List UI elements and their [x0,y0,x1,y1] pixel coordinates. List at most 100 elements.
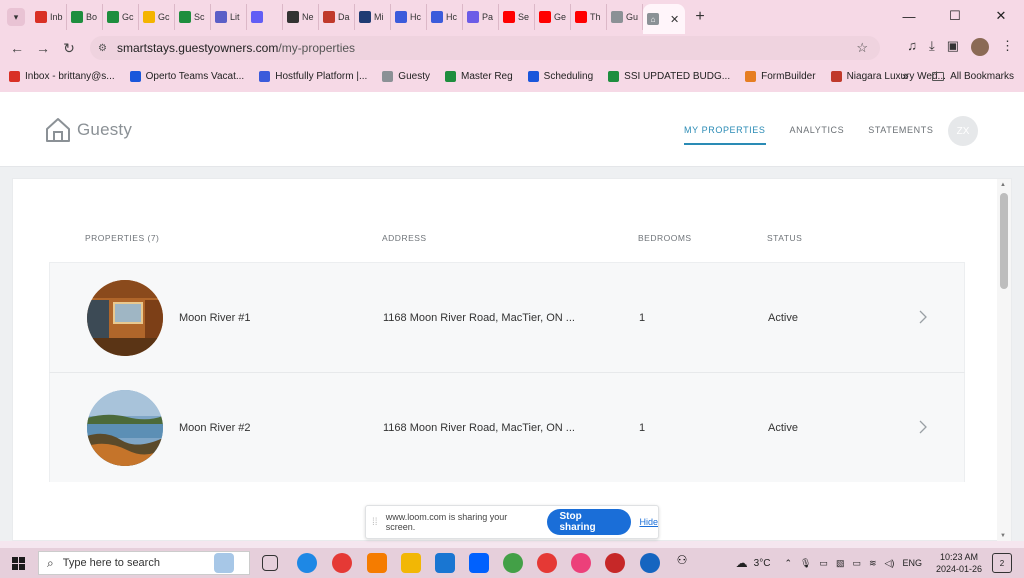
maximize-button[interactable]: ☐ [932,0,978,32]
tab-item[interactable]: Lit [211,4,247,30]
bookmark-label: Hostfully Platform |... [275,70,368,82]
user-avatar[interactable]: ZX [948,116,978,146]
toolbar-actions: ♫ ⤓ ▣ ⋮ [907,38,1014,56]
weather-temp[interactable]: 3°C [754,558,771,569]
bookmark-item[interactable]: Guesty [382,70,430,82]
tab-item[interactable]: Th [571,4,607,30]
chrome-icon[interactable] [332,553,352,573]
paint-icon[interactable] [571,553,591,573]
property-row[interactable]: Moon River #2 1168 Moon River Road, MacT… [49,372,965,482]
tab-item[interactable] [247,4,283,30]
sheets-icon [71,11,83,23]
hide-link[interactable]: Hide [639,517,658,527]
mail-icon[interactable] [435,553,455,573]
stop-sharing-button[interactable]: Stop sharing [547,509,632,535]
bookmark-item[interactable]: FormBuilder [745,70,816,82]
tab-item[interactable]: Inb [31,4,67,30]
property-row[interactable]: Moon River #1 1168 Moon River Road, MacT… [49,262,965,372]
tab-item[interactable]: Bo [67,4,103,30]
new-tab-button[interactable]: + [689,8,711,26]
wifi-icon[interactable]: ≋ [869,558,877,569]
bookmark-item[interactable]: Niagara Luxury Wed... [830,70,946,82]
profile-avatar[interactable] [971,38,989,56]
tab-active-guesty[interactable]: ⌂ ✕ [643,4,685,34]
reload-button[interactable]: ↻ [56,40,82,57]
chrome-profile-icon[interactable] [537,553,557,573]
image-icon[interactable]: ▧ [836,558,845,569]
scroll-up-icon[interactable]: ▲ [1000,182,1006,188]
close-window-button[interactable]: ✕ [978,0,1024,32]
bookmark-item[interactable]: Operto Teams Vacat... [129,70,244,82]
bookmark-item[interactable]: Master Reg [444,70,513,82]
tab-item[interactable]: Ne [283,4,319,30]
task-view-icon[interactable] [262,555,278,571]
chevron-up-icon[interactable]: ⌃ [784,558,792,569]
bookmark-item[interactable]: Hostfully Platform |... [259,70,368,82]
tab-item[interactable]: Sc [175,4,211,30]
tab-label: Ne [302,12,314,22]
youtube-icon [539,11,551,23]
chevron-right-icon[interactable] [918,419,928,435]
forward-button[interactable]: → [30,40,56,56]
chrome-profile-icon[interactable] [605,553,625,573]
bookmark-star-icon[interactable]: ☆ [856,40,868,56]
tab-item[interactable]: Mi [355,4,391,30]
minimize-button[interactable]: — [886,0,932,32]
tab-item[interactable]: Gu [607,4,643,30]
chevron-right-icon[interactable] [918,309,928,325]
edge-icon[interactable] [297,553,317,573]
widgets-icon[interactable] [214,553,234,573]
battery-icon[interactable]: ▭ [852,558,861,569]
language-indicator[interactable]: ENG [902,558,922,568]
tab-search-button[interactable]: ▾ [7,8,25,26]
site-info-icon[interactable]: ⚙ [98,43,107,54]
tab-item[interactable]: Gc [139,4,175,30]
all-bookmarks-button[interactable]: All Bookmarks [932,71,1014,82]
header-status: STATUS [767,233,803,243]
nav-statements[interactable]: STATEMENTS [868,125,933,145]
nav-my-properties[interactable]: MY PROPERTIES [684,125,766,145]
tab-item[interactable]: Hc [427,4,463,30]
bookmark-item[interactable]: Scheduling [527,70,593,82]
windows-taskbar: ⌕ Type here to search ⚇ ☁ 3°C ⌃ 🎙 ▭ ▧ ▭ … [0,548,1024,578]
close-tab-icon[interactable]: ✕ [670,13,679,26]
all-bookmarks-label: All Bookmarks [950,70,1014,82]
menu-icon[interactable]: ⋮ [1001,38,1014,56]
side-panel-icon[interactable]: ▣ [947,38,959,56]
volume-icon[interactable]: ◁) [885,558,895,569]
drag-handle-icon[interactable]: ⁞⁞ [372,517,386,528]
page-scrollbar[interactable]: ▲ ▼ [997,179,1011,541]
tab-item[interactable]: Da [319,4,355,30]
guesty-logo[interactable]: Guesty [45,117,132,143]
scroll-down-icon[interactable]: ▼ [1000,533,1006,539]
nav-analytics[interactable]: ANALYTICS [790,125,845,145]
bookmark-item[interactable]: SSI UPDATED BUDG... [608,70,730,82]
back-button[interactable]: ← [4,40,30,56]
people-icon[interactable]: ⚇ [672,553,692,573]
meet-icon[interactable]: ▭ [819,558,828,569]
file-explorer-icon[interactable] [401,553,421,573]
scrollbar-thumb[interactable] [1000,193,1008,289]
notification-icon[interactable]: 2 [992,553,1012,573]
bookmarks-overflow-button[interactable]: » [902,69,909,83]
hostfully-icon [431,11,443,23]
download-icon[interactable]: ⤓ [929,38,935,56]
gmail-icon [9,70,20,82]
app-icon[interactable] [367,553,387,573]
microphone-icon[interactable]: 🎙 [800,558,811,569]
tab-item[interactable]: Se [499,4,535,30]
app-icon[interactable] [640,553,660,573]
taskbar-clock[interactable]: 10:23 AM 2024-01-26 [936,551,982,575]
tab-item[interactable]: Pa [463,4,499,30]
dropbox-icon[interactable] [469,553,489,573]
chrome-profile-icon[interactable] [503,553,523,573]
windows-start-icon[interactable] [12,556,25,570]
youtube-icon [575,11,587,23]
tab-item[interactable]: Ge [535,4,571,30]
bookmark-item[interactable]: Inbox - brittany@s... [9,70,115,82]
weather-icon[interactable]: ☁ [736,556,748,570]
tab-item[interactable]: Gc [103,4,139,30]
media-control-icon[interactable]: ♫ [907,38,917,56]
address-bar[interactable]: ⚙ smartstays.guestyowners.com/my-propert… [90,36,880,60]
tab-item[interactable]: Hc [391,4,427,30]
